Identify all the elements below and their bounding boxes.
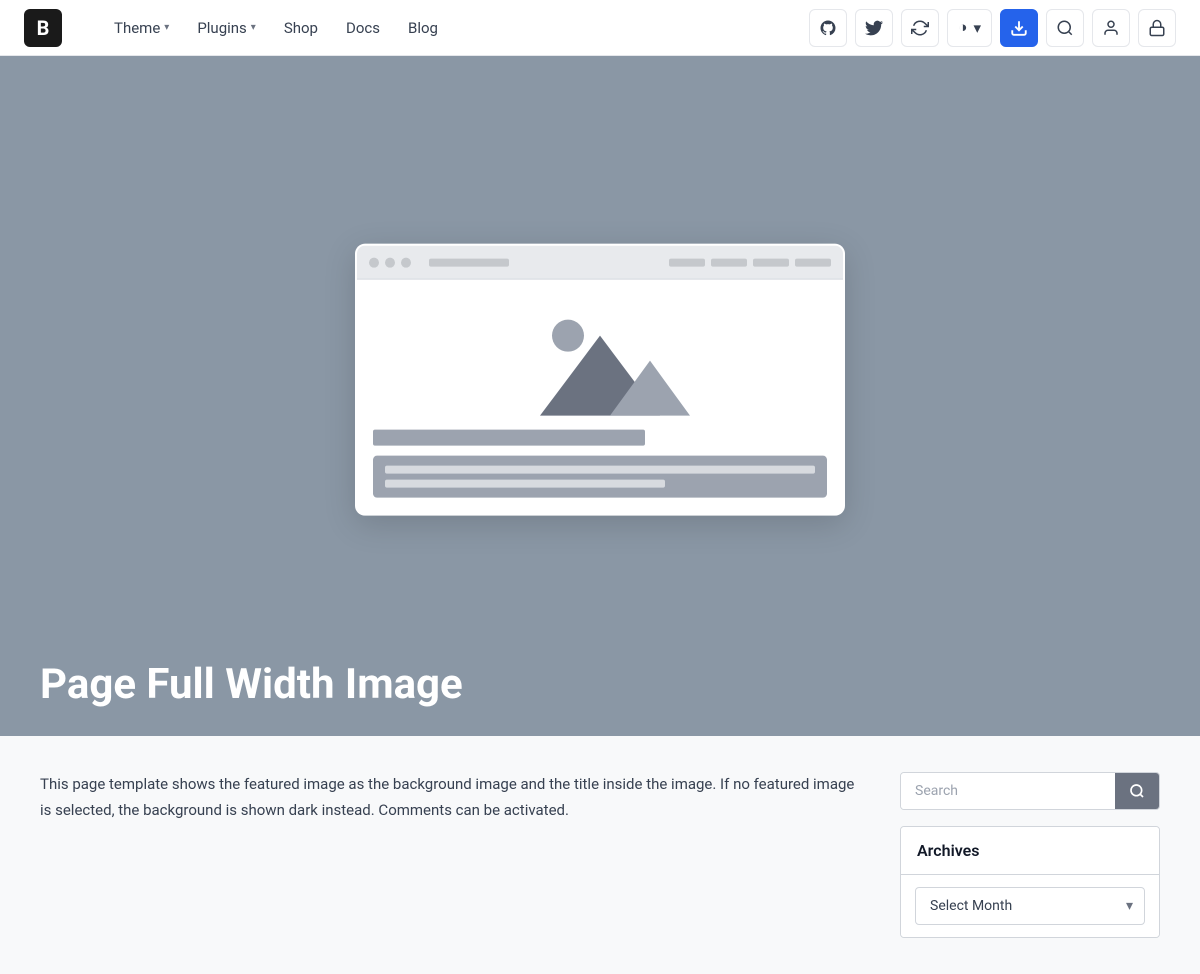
github-icon[interactable] <box>809 9 847 47</box>
archives-select-wrap: Select Month ▾ <box>901 875 1159 937</box>
mockup-mountain-small <box>610 361 690 416</box>
nav-blog[interactable]: Blog <box>396 13 450 43</box>
month-select[interactable]: Select Month <box>915 887 1145 925</box>
site-logo[interactable]: B <box>24 9 62 47</box>
nav-docs[interactable]: Docs <box>334 13 392 43</box>
mockup-footer-line <box>385 466 815 474</box>
search-button[interactable] <box>1115 773 1159 809</box>
hero-title-area: Page Full Width Image <box>0 638 1200 736</box>
mockup-footer-line <box>385 480 665 488</box>
chevron-down-icon: ▾ <box>251 22 256 33</box>
mockup-body <box>357 280 843 514</box>
archives-title: Archives <box>901 827 1159 875</box>
archives-widget: Archives Select Month ▾ <box>900 826 1160 938</box>
nav-shop[interactable]: Shop <box>272 13 330 43</box>
user-button[interactable] <box>1092 9 1130 47</box>
twitter-icon[interactable] <box>855 9 893 47</box>
search-input[interactable] <box>901 773 1115 809</box>
mockup-dot <box>385 257 395 267</box>
header-actions: ◑ ▾ <box>809 9 1176 47</box>
mockup-title-placeholder <box>373 430 645 446</box>
nav-plugins[interactable]: Plugins ▾ <box>185 13 268 43</box>
hero-mockup <box>355 244 845 516</box>
mockup-titlebar <box>357 246 843 280</box>
page-title: Page Full Width Image <box>40 662 1160 708</box>
site-header: B Theme ▾ Plugins ▾ Shop Docs Blog <box>0 0 1200 56</box>
main-content: This page template shows the featured im… <box>0 736 1200 974</box>
refresh-icon[interactable] <box>901 9 939 47</box>
main-nav: Theme ▾ Plugins ▾ Shop Docs Blog <box>102 13 450 43</box>
mockup-dot <box>401 257 411 267</box>
month-select-wrapper: Select Month ▾ <box>915 887 1145 925</box>
moon-icon: ◑ <box>958 19 967 36</box>
body-text: This page template shows the featured im… <box>40 772 868 938</box>
theme-toggle-button[interactable]: ◑ ▾ <box>947 9 992 47</box>
header-search-button[interactable] <box>1046 9 1084 47</box>
mockup-window <box>355 244 845 516</box>
chevron-down-icon: ▾ <box>973 19 981 37</box>
search-widget <box>900 772 1160 810</box>
mockup-image-placeholder <box>373 296 827 416</box>
search-icon <box>1129 783 1145 799</box>
sidebar: Archives Select Month ▾ <box>900 772 1160 938</box>
download-button[interactable] <box>1000 9 1038 47</box>
hero-section: Page Full Width Image <box>0 56 1200 736</box>
chevron-down-icon: ▾ <box>164 22 169 33</box>
lock-button[interactable] <box>1138 9 1176 47</box>
header-left: B Theme ▾ Plugins ▾ Shop Docs Blog <box>24 9 450 47</box>
mockup-footer-block <box>373 456 827 498</box>
mockup-mountain-graphic <box>520 316 680 416</box>
mockup-dot <box>369 257 379 267</box>
nav-theme[interactable]: Theme ▾ <box>102 13 181 43</box>
